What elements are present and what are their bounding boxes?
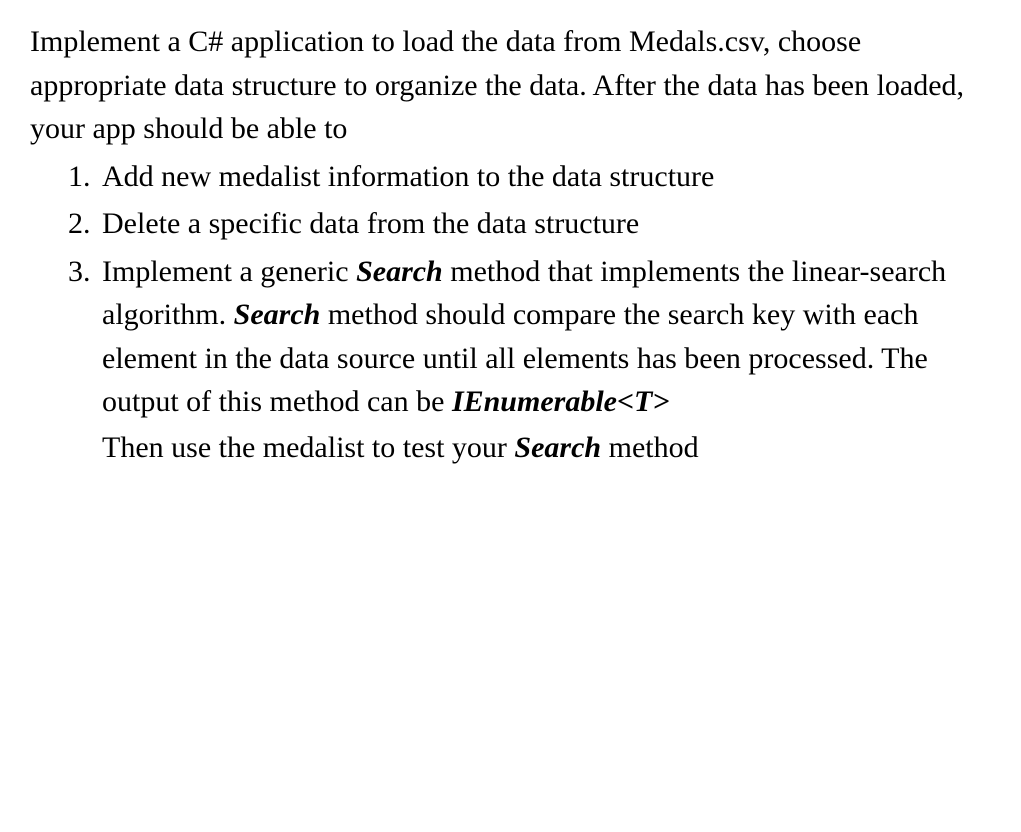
emphasis-search: Search bbox=[514, 431, 601, 464]
list-item: Add new medalist information to the data… bbox=[98, 155, 991, 199]
emphasis-search: Search bbox=[234, 298, 321, 331]
list-item-text: Add new medalist information to the data… bbox=[102, 155, 991, 199]
list-item: Implement a generic Search method that i… bbox=[98, 250, 991, 470]
list-item: Delete a specific data from the data str… bbox=[98, 202, 991, 246]
emphasis-ienumerable: IEnumerable<T> bbox=[452, 385, 670, 418]
text-part: Implement a generic bbox=[102, 255, 356, 288]
text-part: Then use the medalist to test your bbox=[102, 431, 514, 464]
list-item-text: Implement a generic Search method that i… bbox=[102, 250, 991, 424]
list-item-text: Delete a specific data from the data str… bbox=[102, 202, 991, 246]
emphasis-search: Search bbox=[356, 255, 443, 288]
intro-paragraph: Implement a C# application to load the d… bbox=[30, 20, 991, 151]
list-item-followup: Then use the medalist to test your Searc… bbox=[102, 426, 991, 470]
text-part: method bbox=[601, 431, 699, 464]
requirements-list: Add new medalist information to the data… bbox=[30, 155, 991, 470]
